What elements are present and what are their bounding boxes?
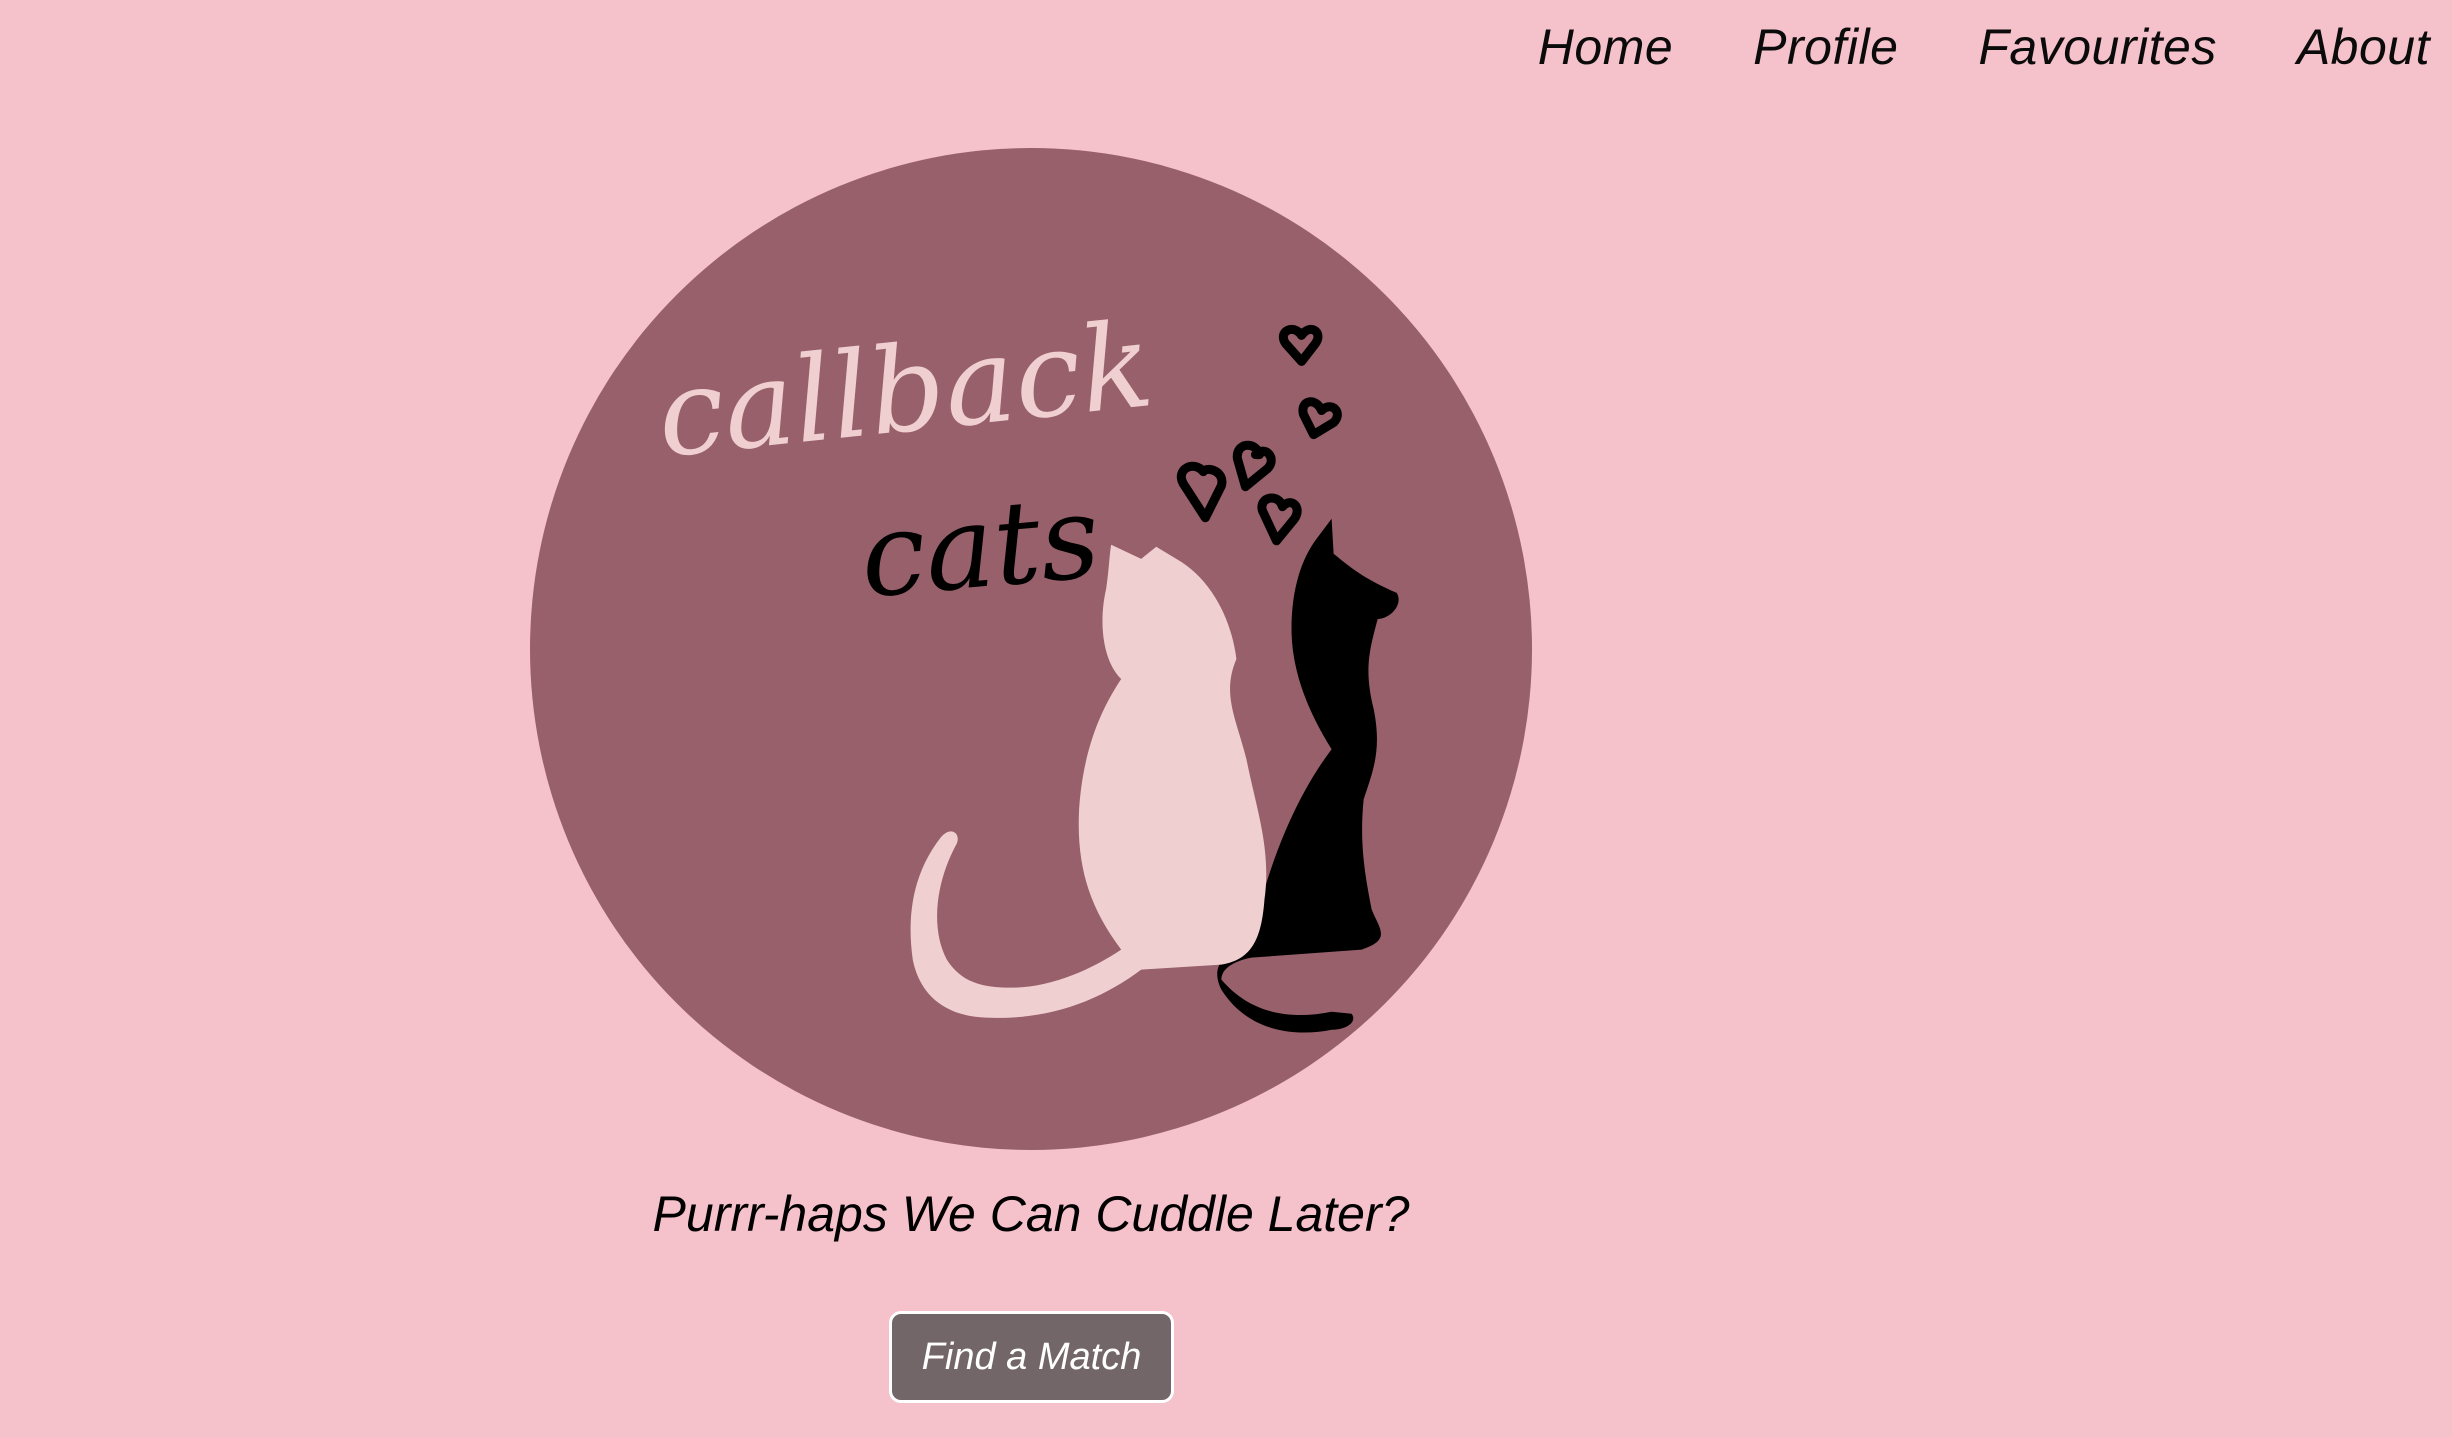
hero-tagline: Purrr-haps We Can Cuddle Later? [652,1186,1410,1242]
nav-favourites[interactable]: Favourites [1978,18,2216,76]
find-a-match-button[interactable]: Find a Match [889,1311,1174,1403]
nav-profile[interactable]: Profile [1753,18,1898,76]
nav-about[interactable]: About [2297,18,2430,76]
main-nav: Home Profile Favourites About [1538,18,2430,76]
nav-home[interactable]: Home [1538,18,1673,76]
callback-cats-logo: callback cats [530,148,1532,1150]
logo-word-cats: cats [855,470,1104,624]
